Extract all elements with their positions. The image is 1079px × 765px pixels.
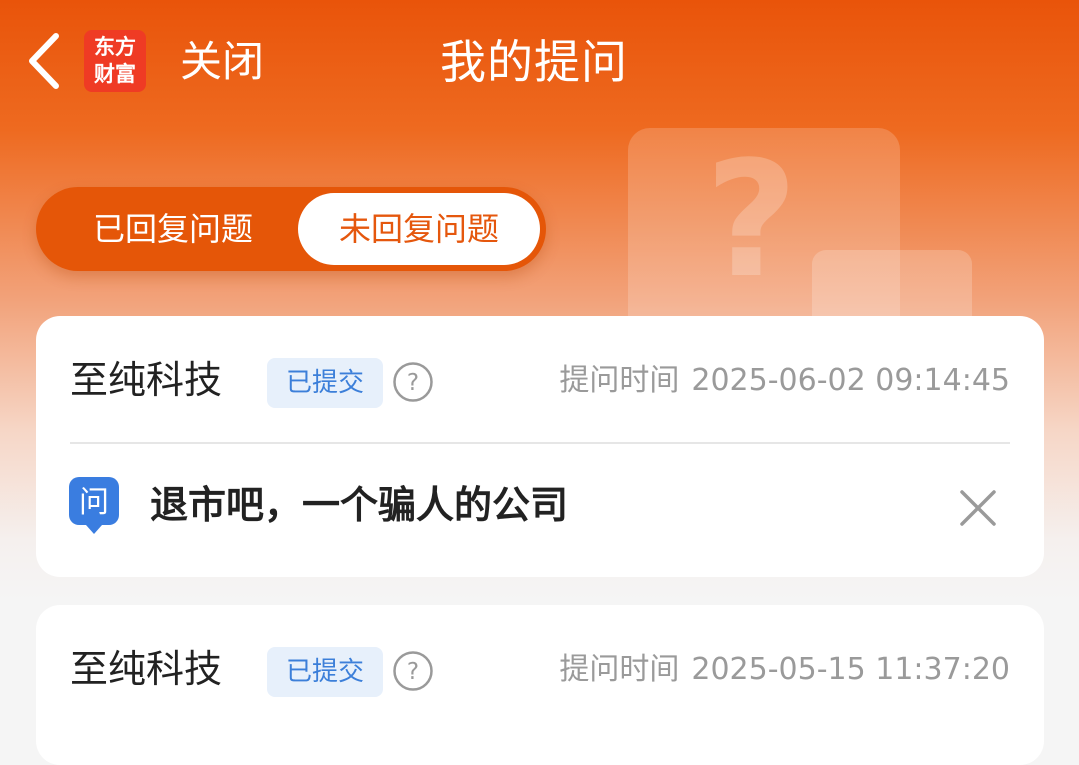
question-icon: 问 [68, 476, 120, 536]
app-logo: 东方 财富 [84, 30, 146, 92]
ask-time-label: 提问时间 [559, 652, 680, 687]
tab-bar: 已回复问题 未回复问题 [36, 187, 546, 271]
company-name: 至纯科技 [70, 647, 223, 691]
svg-text:?: ? [407, 659, 419, 685]
ask-time: 提问时间 2025-05-15 11:37:20 [559, 647, 1010, 693]
ask-time: 提问时间 2025-06-02 09:14:45 [559, 358, 1010, 404]
close-button[interactable]: 关闭 [180, 36, 264, 88]
ask-time-label: 提问时间 [559, 363, 680, 398]
svg-text:?: ? [407, 370, 419, 396]
status-badge: 已提交 [267, 358, 383, 408]
ask-time-value: 2025-06-02 09:14:45 [691, 363, 1010, 398]
header: 东方 财富 关闭 我的提问 [0, 0, 1079, 126]
tab-replied[interactable]: 已回复问题 [58, 187, 288, 271]
help-icon[interactable]: ? [392, 361, 434, 403]
divider [70, 442, 1010, 444]
question-card[interactable]: 至纯科技 已提交 ? 提问时间 2025-05-15 11:37:20 [36, 605, 1044, 765]
question-mark-illustration-icon: ? [705, 126, 798, 313]
question-text: 退市吧，一个骗人的公司 [150, 483, 569, 527]
question-card[interactable]: 至纯科技 已提交 ? 提问时间 2025-06-02 09:14:45 问 退市吧… [36, 316, 1044, 577]
status-badge: 已提交 [267, 647, 383, 697]
chevron-left-icon[interactable] [22, 30, 66, 92]
logo-line-1: 东方 [94, 35, 136, 59]
company-name: 至纯科技 [70, 358, 223, 402]
tab-unreplied[interactable]: 未回复问题 [298, 193, 540, 265]
ask-time-value: 2025-05-15 11:37:20 [691, 652, 1010, 687]
help-icon[interactable]: ? [392, 650, 434, 692]
question-icon-label: 问 [79, 485, 109, 520]
page-title: 我的提问 [440, 35, 628, 89]
close-icon[interactable] [958, 488, 998, 528]
logo-line-2: 财富 [94, 62, 136, 86]
